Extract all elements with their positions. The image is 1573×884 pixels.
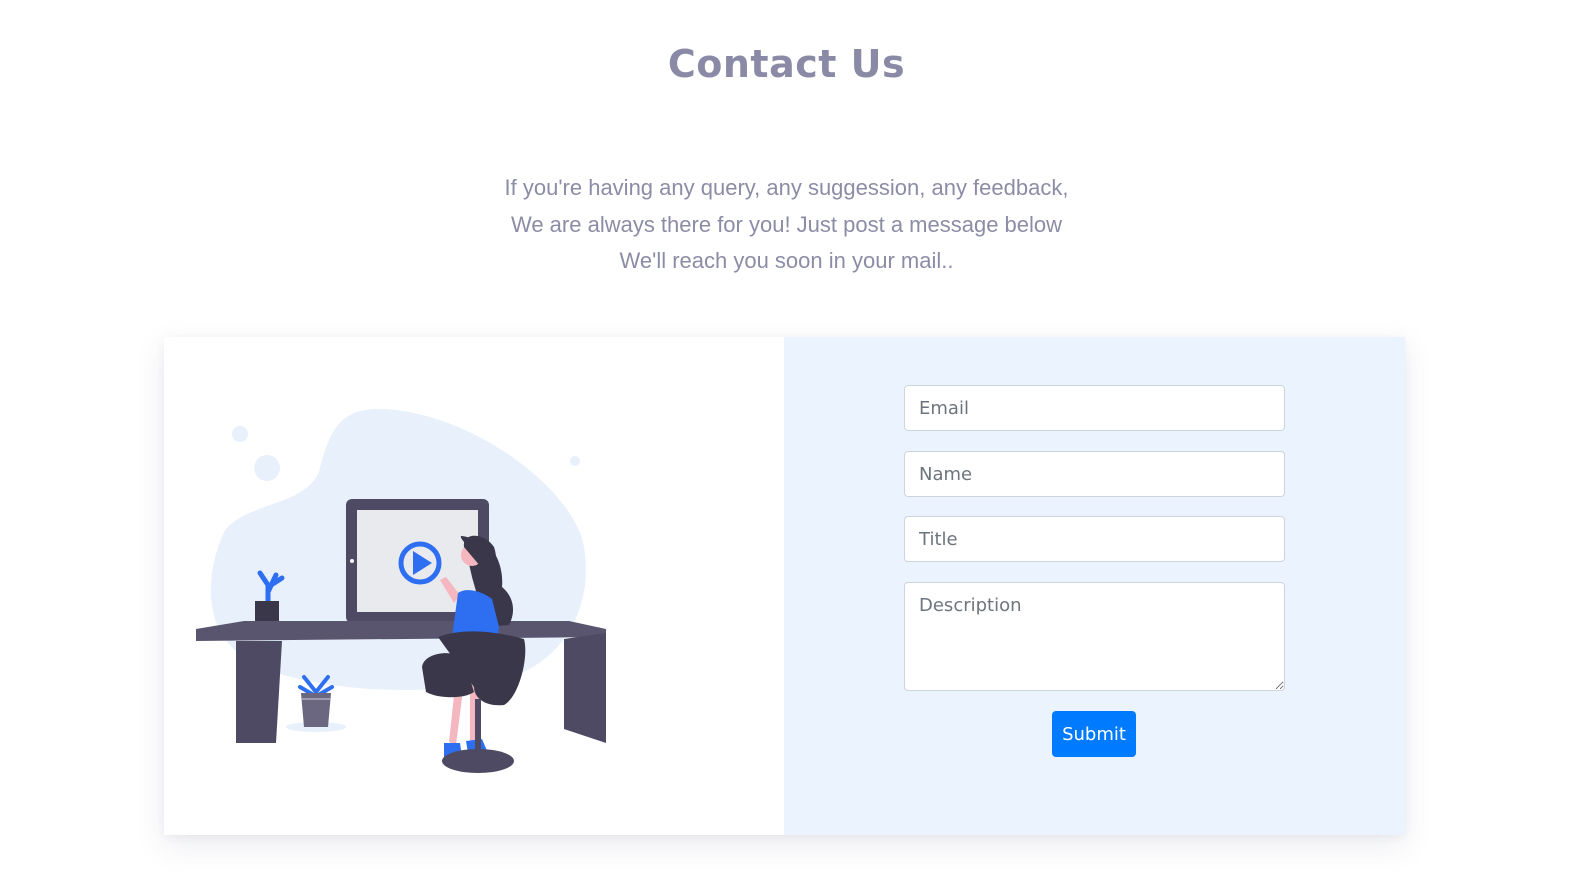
page-title: Contact Us	[667, 42, 906, 86]
monitor-button	[350, 559, 354, 563]
illustration-pane	[164, 337, 784, 835]
intro-line-2: We are always there for you! Just post a…	[510, 211, 1063, 237]
desk-leg-left	[236, 641, 282, 743]
decor-dot	[232, 426, 248, 442]
submit-button[interactable]: Submit	[1052, 711, 1136, 757]
intro-line-1: If you're having any query, any suggessi…	[504, 175, 1069, 200]
contact-form: Submit	[784, 337, 1405, 835]
name-input[interactable]	[904, 451, 1285, 497]
email-input[interactable]	[904, 385, 1285, 431]
decor-dot	[570, 456, 580, 466]
woman-at-desk-illustration	[196, 408, 606, 773]
intro-text: If you're having any query, any suggessi…	[0, 170, 1573, 280]
desk-leg-right	[564, 633, 606, 743]
description-textarea[interactable]	[904, 582, 1285, 691]
contact-card: Submit	[164, 337, 1405, 835]
intro-line-3: We'll reach you soon in your mail..	[619, 248, 954, 273]
title-input[interactable]	[904, 516, 1285, 562]
decor-dot	[254, 455, 280, 481]
